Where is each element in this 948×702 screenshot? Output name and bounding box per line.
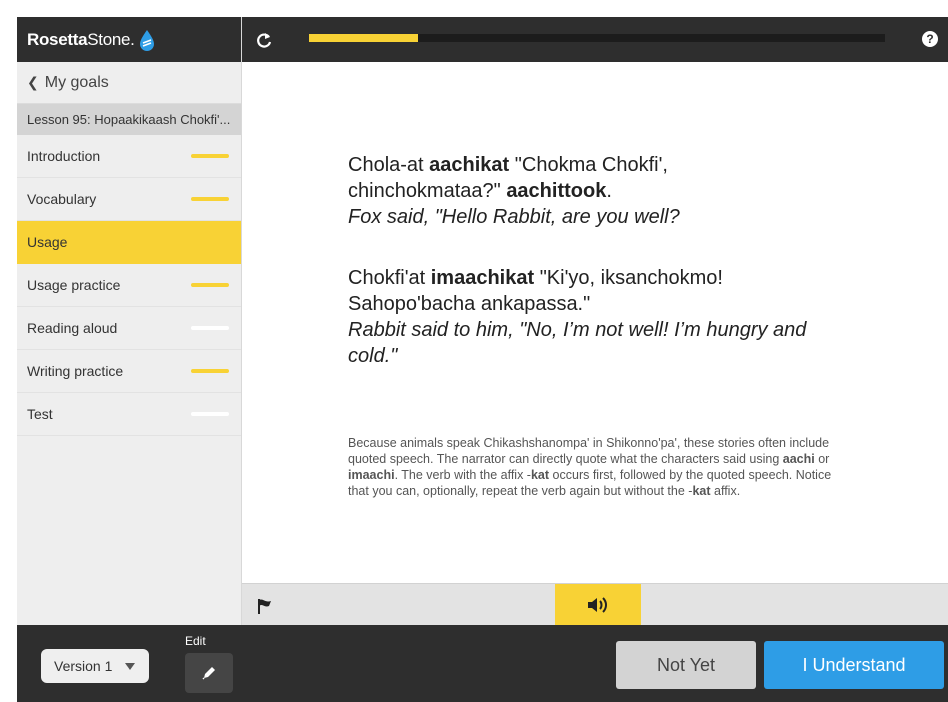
highlight-word: aachikat bbox=[429, 154, 510, 176]
grammar-note: Because animals speak Chikashshanompa' i… bbox=[348, 435, 848, 499]
edit-button[interactable] bbox=[185, 653, 233, 693]
sidebar-item-label: Writing practice bbox=[27, 363, 124, 379]
sidebar-item-writing-practice[interactable]: Writing practice bbox=[17, 350, 241, 393]
chevron-left-icon: ❮ bbox=[27, 74, 39, 90]
bottom-bar: Version 1 Edit Not Yet I Understand bbox=[17, 625, 948, 702]
sidebar-item-label: Introduction bbox=[27, 148, 101, 164]
my-goals-link[interactable]: ❮ My goals bbox=[17, 62, 241, 104]
sidebar-item-label: Usage practice bbox=[27, 277, 121, 293]
text-segment: or bbox=[814, 452, 830, 466]
progress-indicator bbox=[191, 283, 229, 287]
sidebar-item-reading-aloud[interactable]: Reading aloud bbox=[17, 307, 241, 350]
sidebar-item-label: Reading aloud bbox=[27, 320, 118, 336]
rosetta-logo-icon bbox=[139, 29, 154, 51]
sidebar-item-introduction[interactable]: Introduction bbox=[17, 135, 241, 178]
top-bar: ? bbox=[242, 17, 948, 62]
progress-indicator bbox=[191, 412, 229, 416]
dialogue-block-1: Chola-at aachikat "Chokma Chokfi', chinc… bbox=[348, 152, 818, 230]
flag-icon[interactable] bbox=[256, 597, 274, 615]
refresh-icon bbox=[257, 32, 272, 48]
progress-indicator bbox=[191, 326, 229, 330]
lesson-title: Lesson 95: Hopaakikaash Chokfi'... bbox=[17, 104, 241, 135]
text-segment: . bbox=[606, 180, 612, 202]
sidebar-item-usage[interactable]: Usage bbox=[17, 221, 241, 264]
text-segment: Chola-at bbox=[348, 154, 430, 176]
text-segment: Because animals speak Chikashshanompa' i… bbox=[348, 436, 830, 466]
dialogue-block-2: Chokfi'at imaachikat "Ki'yo, iksanchokmo… bbox=[348, 265, 818, 369]
sidebar-item-usage-practice[interactable]: Usage practice bbox=[17, 264, 241, 307]
lesson-progress-fill bbox=[309, 34, 419, 42]
sidebar-item-vocabulary[interactable]: Vocabulary bbox=[17, 178, 241, 221]
text-segment: Chokfi'at bbox=[348, 267, 431, 289]
lesson-content: Chola-at aachikat "Chokma Chokfi', chinc… bbox=[242, 62, 948, 582]
audio-bar bbox=[242, 583, 948, 626]
pencil-icon bbox=[202, 667, 215, 680]
i-understand-button[interactable]: I Understand bbox=[764, 641, 944, 689]
play-audio-button[interactable] bbox=[555, 584, 641, 626]
progress-indicator bbox=[191, 154, 229, 158]
highlight-word: aachi bbox=[782, 452, 815, 466]
brand-header: Rosetta Stone. bbox=[17, 17, 241, 62]
progress-indicator bbox=[191, 197, 229, 201]
sidebar: Rosetta Stone. ❮ My goals Lesson 95: Hop… bbox=[17, 17, 242, 625]
brand-name-bold: Rosetta bbox=[27, 29, 88, 49]
text-segment: . The verb with the affix - bbox=[394, 468, 531, 482]
refresh-button[interactable] bbox=[242, 17, 286, 62]
brand-name-light: Stone. bbox=[87, 29, 135, 49]
edit-label: Edit bbox=[185, 634, 206, 648]
version-select[interactable]: Version 1 bbox=[41, 649, 149, 683]
speaker-icon bbox=[588, 597, 607, 613]
version-select-value: Version 1 bbox=[54, 658, 113, 674]
caret-down-icon bbox=[125, 663, 135, 670]
sidebar-item-label: Usage bbox=[27, 234, 68, 250]
not-yet-button[interactable]: Not Yet bbox=[616, 641, 756, 689]
help-button[interactable]: ? bbox=[922, 31, 938, 47]
highlight-word: aachittook bbox=[506, 180, 607, 202]
highlight-word: imaachikat bbox=[430, 267, 535, 289]
sidebar-item-test[interactable]: Test bbox=[17, 393, 241, 436]
progress-indicator bbox=[191, 369, 229, 373]
translation-line: Fox said, "Hello Rabbit, are you well? bbox=[348, 206, 680, 228]
my-goals-label: My goals bbox=[44, 73, 109, 91]
lesson-progress-bar bbox=[309, 34, 885, 42]
dialogue-line: Chokfi'at imaachikat "Ki'yo, iksanchokmo… bbox=[348, 265, 818, 317]
help-icon: ? bbox=[926, 32, 934, 46]
highlight-word: imaachi bbox=[348, 468, 395, 482]
translation-line: Rabbit said to him, "No, I’m not well! I… bbox=[348, 319, 807, 367]
sidebar-item-label: Test bbox=[27, 406, 53, 422]
text-segment: affix. bbox=[710, 484, 741, 498]
dialogue-line: Chola-at aachikat "Chokma Chokfi', chinc… bbox=[348, 152, 818, 204]
highlight-word: kat bbox=[692, 484, 711, 498]
highlight-word: kat bbox=[530, 468, 550, 482]
sidebar-item-label: Vocabulary bbox=[27, 191, 97, 207]
